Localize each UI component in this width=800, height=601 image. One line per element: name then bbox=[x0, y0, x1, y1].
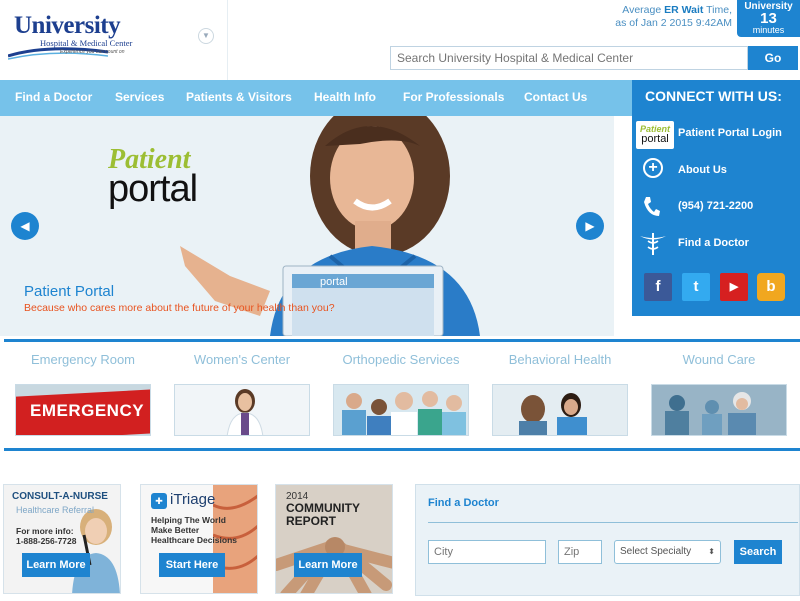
specialty-select[interactable]: Select Specialty ⬍ bbox=[614, 540, 721, 564]
emergency-sign-text: EMERGENCY bbox=[30, 401, 145, 420]
connect-about-us[interactable]: About Us bbox=[678, 164, 727, 176]
er-strong: ER Wait bbox=[664, 4, 704, 16]
specialty-select-value: Select Specialty bbox=[620, 546, 692, 557]
promo-nurse-title: CONSULT-A-NURSE bbox=[12, 491, 108, 502]
promo-community-report[interactable]: 2014 COMMUNITY REPORT Learn More bbox=[275, 484, 393, 594]
patient-portal-icon: Patient portal bbox=[636, 121, 674, 149]
hero-laptop-text: portal bbox=[320, 276, 348, 288]
city-input[interactable] bbox=[428, 540, 546, 564]
promo-nurse-info-label: For more info: bbox=[16, 526, 74, 536]
connect-patient-portal-login[interactable]: Patient Portal Login bbox=[678, 127, 782, 139]
hero-subtitle: Because who cares more about the future … bbox=[24, 302, 335, 314]
find-divider bbox=[428, 522, 798, 523]
promo-report-title: COMMUNITY REPORT bbox=[286, 501, 360, 528]
er-badge-value: 13 bbox=[760, 10, 777, 27]
find-a-doctor-title: Find a Doctor bbox=[428, 497, 499, 509]
service-image-wound-care[interactable] bbox=[651, 384, 787, 436]
nav-health-info[interactable]: Health Info bbox=[314, 80, 376, 116]
er-badge-unit: minutes bbox=[752, 25, 785, 35]
facebook-icon[interactable]: f bbox=[644, 273, 672, 301]
twitter-icon[interactable]: t bbox=[682, 273, 710, 301]
promo-nurse-learn-more-button[interactable]: Learn More bbox=[22, 553, 90, 577]
promo-itriage[interactable]: ✚ iTriage Helping The World Make Better … bbox=[140, 484, 258, 594]
er-date: as of Jan 2 2015 9:42AM bbox=[615, 17, 732, 29]
logo-title: University bbox=[14, 12, 121, 39]
youtube-icon[interactable]: ▶ bbox=[720, 273, 748, 301]
promo-nurse-phone: 1-888-256-7728 bbox=[16, 536, 77, 546]
chevron-down-icon[interactable]: ▼ bbox=[198, 28, 214, 44]
logo-subtitle: Hospital & Medical Center bbox=[40, 38, 133, 48]
promo-nurse-subtitle: Healthcare Referral bbox=[16, 505, 95, 515]
hero-logo-portal: portal bbox=[108, 168, 198, 210]
service-label-orthopedic[interactable]: Orthopedic Services bbox=[326, 352, 476, 367]
carousel-next-button[interactable]: ▶ bbox=[576, 212, 604, 240]
er-suffix: Time, bbox=[706, 4, 732, 16]
hero-title[interactable]: Patient Portal bbox=[24, 283, 114, 300]
er-wait-text: Average ER Wait Time, as of Jan 2 2015 9… bbox=[570, 4, 732, 30]
er-prefix: Average bbox=[622, 4, 662, 16]
search-go-button[interactable]: Go bbox=[748, 46, 798, 70]
carousel-prev-button[interactable]: ◀ bbox=[11, 212, 39, 240]
promo-itriage-start-here-button[interactable]: Start Here bbox=[159, 553, 225, 577]
service-image-behavioral[interactable] bbox=[492, 384, 628, 436]
promo-itriage-title: iTriage bbox=[170, 491, 216, 508]
nav-services[interactable]: Services bbox=[115, 80, 164, 116]
service-image-orthopedic[interactable] bbox=[333, 384, 469, 436]
service-image-womens[interactable] bbox=[174, 384, 310, 436]
service-image-emergency[interactable]: EMERGENCY bbox=[15, 384, 151, 436]
caduceus-icon bbox=[640, 233, 666, 255]
nav-patients-visitors[interactable]: Patients & Visitors bbox=[186, 80, 292, 116]
nav-find-a-doctor[interactable]: Find a Doctor bbox=[15, 80, 92, 116]
connect-phone[interactable]: (954) 721-2200 bbox=[678, 200, 753, 212]
nav-contact-us[interactable]: Contact Us bbox=[524, 80, 587, 116]
search-input[interactable] bbox=[390, 46, 748, 70]
phone-icon bbox=[644, 197, 660, 216]
logo[interactable]: University Hospital & Medical Center Exp… bbox=[0, 0, 228, 80]
promo-itriage-subtitle: Helping The World Make Better Healthcare… bbox=[151, 515, 237, 545]
promo-consult-a-nurse[interactable]: CONSULT-A-NURSE Healthcare Referral For … bbox=[3, 484, 121, 594]
connect-find-a-doctor[interactable]: Find a Doctor bbox=[678, 237, 749, 249]
logo-tagline: Experience you can count on bbox=[60, 49, 125, 55]
zip-input[interactable] bbox=[558, 540, 602, 564]
itriage-logo-icon: ✚ bbox=[151, 493, 167, 509]
find-search-button[interactable]: Search bbox=[734, 540, 782, 564]
plus-circle-icon: + bbox=[643, 158, 663, 178]
main-nav: Find a Doctor Services Patients & Visito… bbox=[0, 80, 632, 116]
service-label-womens[interactable]: Women's Center bbox=[167, 352, 317, 367]
select-arrows-icon: ⬍ bbox=[708, 547, 715, 556]
service-label-wound[interactable]: Wound Care bbox=[644, 352, 794, 367]
blog-icon[interactable]: b bbox=[757, 273, 785, 301]
promo-report-learn-more-button[interactable]: Learn More bbox=[294, 553, 362, 577]
er-wait-badge: University 13 minutes bbox=[737, 0, 800, 37]
nurse-photo bbox=[72, 509, 120, 593]
nav-for-professionals[interactable]: For Professionals bbox=[403, 80, 504, 116]
service-label-emergency[interactable]: Emergency Room bbox=[8, 352, 158, 367]
service-label-behavioral[interactable]: Behavioral Health bbox=[485, 352, 635, 367]
connect-title: CONNECT WITH US: bbox=[645, 88, 782, 104]
